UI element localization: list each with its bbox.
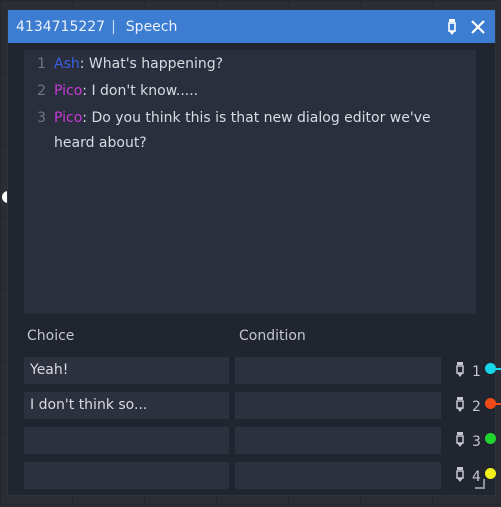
pencil-icon[interactable]	[456, 431, 464, 452]
line-number: 1	[37, 56, 46, 72]
output-port[interactable]	[485, 363, 496, 374]
line-text: : What's happening?	[79, 56, 224, 72]
line-number: 2	[37, 83, 46, 99]
choice-header: Choice	[27, 328, 75, 344]
dialog-line: 1 Ash: What's happening?	[24, 54, 476, 77]
choice-output: 3	[456, 431, 481, 452]
choice-output: 2	[456, 396, 481, 417]
node-type: Speech	[125, 18, 178, 35]
condition-input[interactable]	[235, 357, 441, 384]
pencil-icon[interactable]	[456, 466, 464, 487]
pencil-icon[interactable]	[456, 361, 464, 382]
node-id: 4134715227	[16, 18, 106, 35]
line-text: : I don't know.....	[82, 83, 199, 99]
line-text: : Do you think this is that new dialog e…	[54, 110, 431, 151]
dialog-line: 2 Pico: I don't know.....	[24, 81, 476, 104]
choice-input[interactable]	[24, 427, 229, 454]
condition-input[interactable]	[235, 392, 441, 419]
speech-node[interactable]: 4134715227 | Speech 1 Ash: What's happen…	[7, 9, 496, 496]
line-number: 3	[37, 110, 46, 126]
pencil-icon[interactable]	[456, 396, 464, 417]
condition-input[interactable]	[235, 462, 441, 489]
condition-input[interactable]	[235, 427, 441, 454]
choice-number: 3	[472, 433, 481, 450]
condition-header: Condition	[239, 328, 306, 344]
output-port[interactable]	[485, 398, 496, 409]
title-separator: |	[111, 18, 116, 35]
speaker-name: Ash	[54, 56, 80, 72]
choice-number: 2	[472, 398, 481, 415]
choice-input[interactable]: I don't think so...	[24, 392, 229, 419]
choice-number: 1	[472, 363, 481, 380]
choice-output: 1	[456, 361, 481, 382]
choice-input[interactable]: Yeah!	[24, 357, 229, 384]
node-titlebar[interactable]: 4134715227 | Speech	[8, 10, 495, 43]
speaker-name: Pico	[54, 83, 83, 99]
resize-handle[interactable]	[475, 479, 485, 489]
choice-input[interactable]	[24, 462, 229, 489]
close-icon[interactable]	[471, 19, 485, 34]
output-port[interactable]	[485, 468, 496, 479]
speaker-name: Pico	[54, 110, 83, 126]
dialog-text-area[interactable]: 1 Ash: What's happening? 2 Pico: I don't…	[24, 50, 476, 314]
dialog-line: 3 Pico: Do you think this is that new di…	[24, 108, 476, 156]
pencil-icon[interactable]	[447, 18, 457, 36]
output-port[interactable]	[485, 433, 496, 444]
